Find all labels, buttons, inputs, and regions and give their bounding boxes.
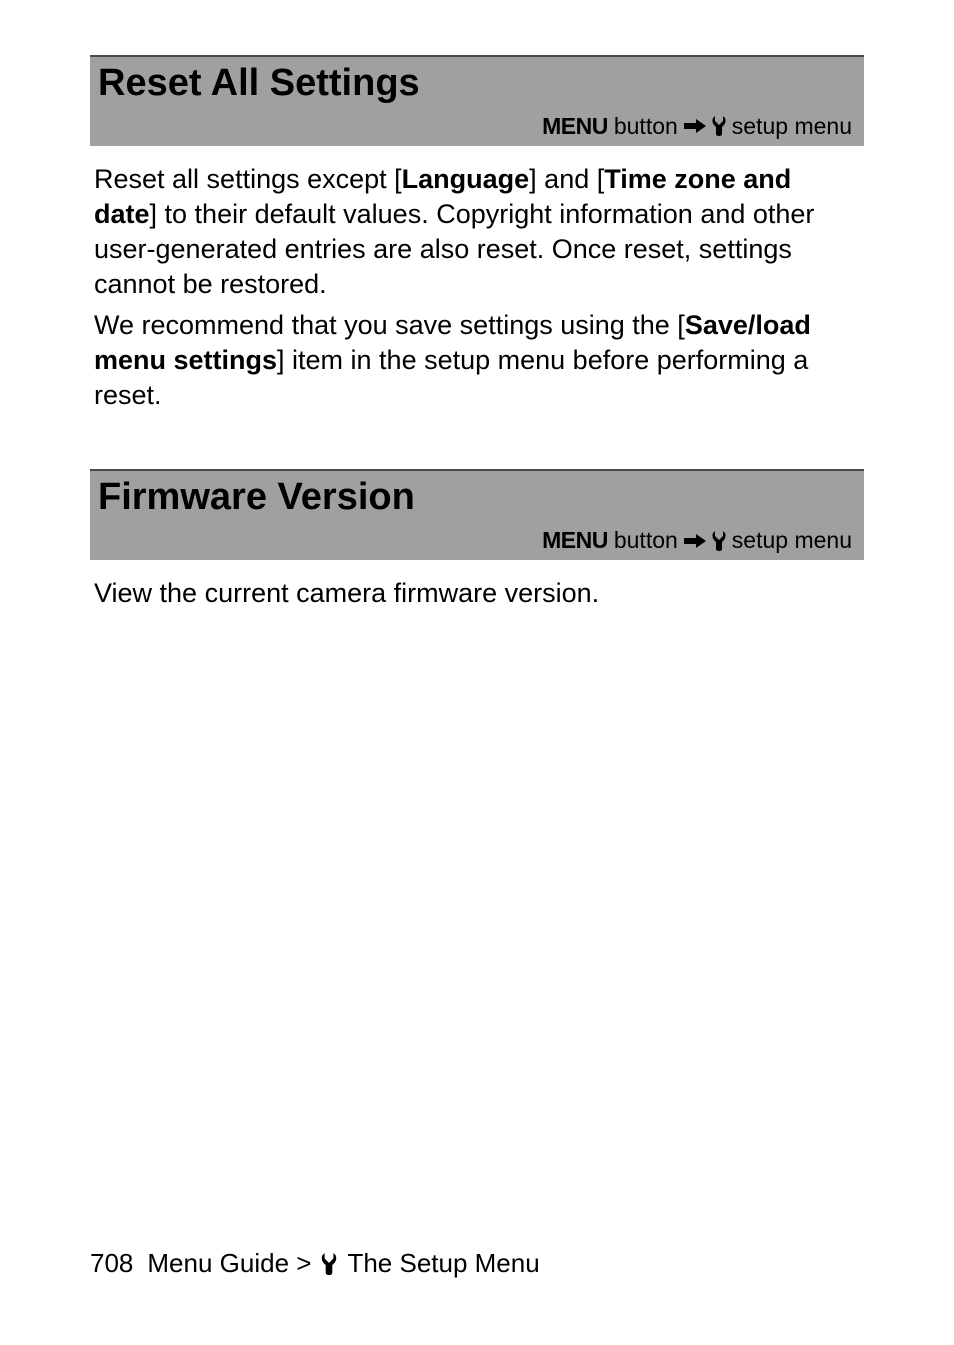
button-text: button [614,527,678,554]
wrench-icon [712,116,726,136]
section-title: Firmware Version [98,477,856,519]
footer-breadcrumb: Menu Guide > The Setup Menu [147,1248,539,1279]
setup-menu-text: setup menu [732,527,852,554]
button-text: button [614,113,678,140]
menu-label: MENU [542,113,608,140]
arrow-right-icon [684,534,706,548]
menu-label: MENU [542,527,608,554]
paragraph: Reset all settings except [Language] and… [94,162,860,302]
page-footer: 708 Menu Guide > The Setup Menu [90,1248,540,1279]
setup-menu-text: setup menu [732,113,852,140]
breadcrumb: MENU button setup menu [98,527,856,554]
arrow-right-icon [684,119,706,133]
section-header-reset: Reset All Settings MENU button setup men… [90,55,864,146]
section-body-firmware: View the current camera firmware version… [90,576,864,611]
breadcrumb: MENU button setup menu [98,113,856,140]
wrench-icon [712,531,726,551]
wrench-icon [321,1253,337,1275]
section-title: Reset All Settings [98,63,856,105]
paragraph: View the current camera firmware version… [94,576,860,611]
footer-path-prefix: Menu Guide > [147,1248,311,1279]
section-header-firmware: Firmware Version MENU button setup menu [90,469,864,560]
page-number: 708 [90,1248,133,1279]
footer-path-suffix: The Setup Menu [347,1248,539,1279]
section-body-reset: Reset all settings except [Language] and… [90,162,864,414]
paragraph: We recommend that you save settings usin… [94,308,860,413]
